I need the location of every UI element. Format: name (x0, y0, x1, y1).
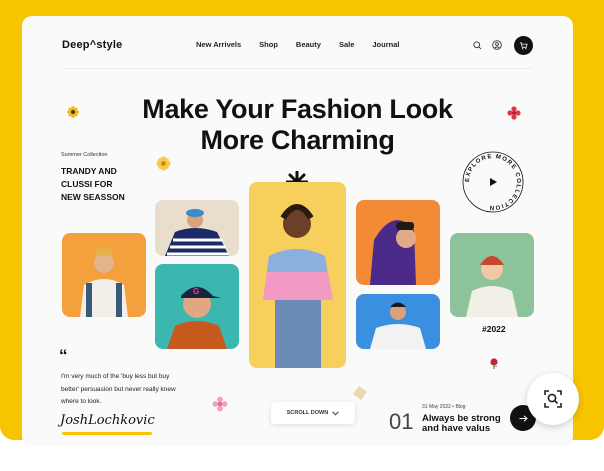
photo-tile-backpack[interactable] (62, 233, 146, 317)
collection-line-1: TRANDY AND (61, 166, 117, 176)
nav-item-sale[interactable]: Sale (339, 40, 354, 49)
header-divider (62, 68, 533, 69)
scroll-down-button[interactable]: SCROLL DOWN (271, 402, 355, 424)
main-nav: New Arrivels Shop Beauty Sale Journal (196, 40, 399, 49)
zoom-search-icon (544, 390, 562, 408)
rose-icon (487, 356, 501, 370)
zoom-lens-button[interactable] (527, 373, 579, 425)
collection-line-3: NEW SEASSON (61, 192, 125, 202)
signature-underline (62, 432, 152, 435)
quote-text: I'm very much of the 'buy less but buy b… (61, 371, 236, 409)
collection-title: TRANDY AND CLUSSI FOR NEW SEASSON (61, 165, 125, 204)
red-flower-icon (507, 106, 521, 120)
collection-eyebrow: Summer Collection (61, 152, 108, 158)
photo-tile-beanie[interactable] (450, 233, 534, 317)
nav-item-beauty[interactable]: Beauty (296, 40, 321, 49)
scroll-down-label: SCROLL DOWN (286, 410, 329, 416)
signature: JoshLochkovic (60, 413, 155, 428)
chevron-down-icon (332, 410, 340, 416)
user-icon[interactable] (491, 39, 503, 51)
nav-item-journal[interactable]: Journal (372, 40, 399, 49)
sunflower-icon (67, 106, 79, 118)
blog-title[interactable]: Always be strong and have valus (422, 414, 501, 434)
explore-collection-badge[interactable]: EXPLORE MORE COLLECTION (460, 149, 526, 215)
yellow-flower-icon (156, 156, 171, 171)
cart-icon[interactable] (514, 36, 533, 55)
photo-tile-cap-boy[interactable]: G (155, 264, 239, 349)
nav-item-shop[interactable]: Shop (259, 40, 278, 49)
page-frame: Deep^style New Arrivels Shop Beauty Sale… (0, 0, 604, 471)
quote-line-1: I'm very much of the 'buy less but buy (61, 373, 170, 380)
blog-date: 31 May 2022 • Blog (422, 404, 466, 410)
brand-logo[interactable]: Deep^style (62, 39, 122, 51)
quote-line-3: where to look. (61, 398, 102, 405)
hero-line-1: Make Your Fashion Look (142, 94, 453, 124)
arrow-right-icon (519, 414, 528, 422)
quote-mark: “ (59, 346, 68, 365)
blog-index: 01 (389, 409, 414, 434)
play-icon[interactable] (490, 178, 497, 186)
search-icon[interactable] (471, 39, 483, 51)
photo-tile-striped-shirt[interactable] (155, 200, 239, 256)
year-tag: #2022 (482, 324, 506, 334)
svg-text:G: G (193, 287, 199, 296)
nav-item-new-arrivals[interactable]: New Arrivels (196, 40, 241, 49)
photo-tile-main-model[interactable] (249, 182, 346, 368)
quote-line-2: better' persuasion but never really knew (61, 385, 176, 393)
beige-shape-decor (353, 386, 367, 400)
photo-tile-white-tee[interactable] (356, 294, 440, 349)
photo-tile-hoodie[interactable] (356, 200, 440, 285)
hero-headline: Make Your Fashion Look More Charming (22, 94, 573, 156)
collection-line-2: CLUSSI FOR (61, 179, 113, 189)
website-mockup: Deep^style New Arrivels Shop Beauty Sale… (22, 16, 573, 446)
blog-title-line-2: and have valus (422, 423, 491, 434)
